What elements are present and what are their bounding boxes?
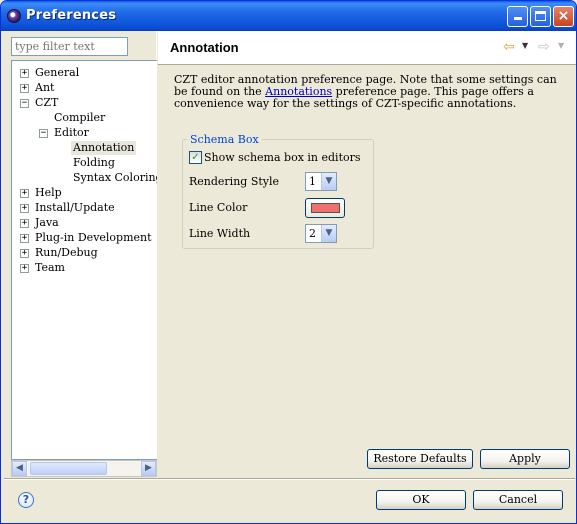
expand-icon[interactable]: +: [20, 204, 29, 213]
footer-divider: [4, 478, 575, 480]
show-schema-box-checkbox[interactable]: ✓: [189, 151, 202, 164]
minimize-button[interactable]: [507, 6, 528, 27]
chevron-down-icon[interactable]: ▼: [321, 225, 336, 242]
chevron-left-icon: ◀: [16, 463, 23, 473]
apply-button[interactable]: Apply: [480, 449, 570, 469]
tree-item-label: Plug-in Development: [35, 231, 152, 244]
expand-icon[interactable]: +: [20, 249, 29, 258]
window-title: Preferences: [26, 8, 117, 23]
expand-icon[interactable]: +: [20, 264, 29, 273]
checkbox-label[interactable]: Show schema box in editors: [204, 151, 361, 164]
tree-item-label: Java: [35, 216, 59, 229]
tree-item-label: Compiler: [54, 111, 106, 124]
forward-arrow-icon: ⇨: [538, 39, 550, 55]
tree-item-label: Run/Debug: [35, 246, 98, 259]
page-description: CZT editor annotation preference page. N…: [174, 74, 570, 110]
preferences-window: Preferences × + General + Ant − CZT Comp…: [0, 0, 577, 524]
line-color-button[interactable]: [305, 198, 345, 218]
expand-icon[interactable]: +: [20, 189, 29, 198]
line-color-swatch: [311, 203, 340, 213]
close-icon: ×: [557, 8, 570, 24]
expand-icon[interactable]: +: [20, 219, 29, 228]
preference-page: Annotation ⇦ ▼ ⇨ ▼ CZT editor annotation…: [158, 31, 576, 478]
cancel-button[interactable]: Cancel: [473, 490, 563, 510]
back-arrow-icon[interactable]: ⇦: [503, 39, 515, 57]
rendering-style-label: Rendering Style: [189, 175, 280, 188]
tree-item-label: Ant: [35, 81, 55, 94]
tree-item-label: CZT: [35, 96, 59, 109]
preference-tree[interactable]: + General + Ant − CZT Compiler − Editor …: [11, 60, 157, 460]
maximize-button[interactable]: [530, 6, 551, 27]
tree-item-label: Help: [35, 186, 62, 199]
collapse-icon[interactable]: −: [20, 99, 29, 108]
maximize-icon: [535, 11, 546, 21]
expand-icon[interactable]: +: [20, 84, 29, 93]
filter-input[interactable]: [11, 37, 128, 56]
minimize-icon: [513, 17, 522, 20]
rendering-style-select[interactable]: 1 ▼: [305, 172, 337, 191]
expand-icon[interactable]: +: [20, 234, 29, 243]
preference-navigation: + General + Ant − CZT Compiler − Editor …: [4, 31, 157, 478]
page-header: Annotation ⇦ ▼ ⇨ ▼: [158, 31, 576, 65]
chevron-down-icon[interactable]: ▼: [321, 173, 336, 190]
help-icon[interactable]: ?: [18, 492, 34, 508]
chevron-right-icon: ▶: [145, 463, 152, 473]
ok-button[interactable]: OK: [376, 490, 466, 510]
tree-item-label: General: [35, 66, 80, 79]
tree-item-label: Team: [35, 261, 65, 274]
line-width-value: 2: [309, 227, 316, 240]
tree-item-label: Annotation: [71, 141, 137, 155]
scroll-right-button[interactable]: ▶: [141, 461, 156, 476]
title-bar[interactable]: Preferences ×: [1, 1, 576, 31]
line-color-label: Line Color: [189, 201, 248, 214]
scroll-left-button[interactable]: ◀: [12, 461, 27, 476]
back-history-dropdown-icon[interactable]: ▼: [522, 41, 528, 59]
line-width-select[interactable]: 2 ▼: [305, 224, 337, 243]
tree-item-label: Install/Update: [35, 201, 115, 214]
restore-defaults-button[interactable]: Restore Defaults: [367, 449, 473, 469]
page-title: Annotation: [170, 40, 239, 55]
group-title: Schema Box: [187, 133, 262, 146]
collapse-icon[interactable]: −: [39, 129, 48, 138]
close-button[interactable]: ×: [553, 6, 574, 27]
expand-icon[interactable]: +: [20, 69, 29, 78]
eclipse-app-icon: [7, 9, 21, 23]
rendering-style-value: 1: [309, 175, 316, 188]
tree-item-label: Syntax Coloring: [73, 171, 157, 184]
schema-box-group: Schema Box ✓ Show schema box in editors …: [182, 133, 374, 249]
tree-horizontal-scrollbar[interactable]: ◀ ▶: [11, 460, 157, 477]
scrollbar-thumb[interactable]: [30, 462, 107, 475]
line-width-label: Line Width: [189, 227, 251, 240]
tree-item-label: Editor: [54, 126, 89, 139]
tree-item-label: Folding: [73, 156, 115, 169]
forward-history-dropdown-icon: ▼: [558, 41, 565, 50]
